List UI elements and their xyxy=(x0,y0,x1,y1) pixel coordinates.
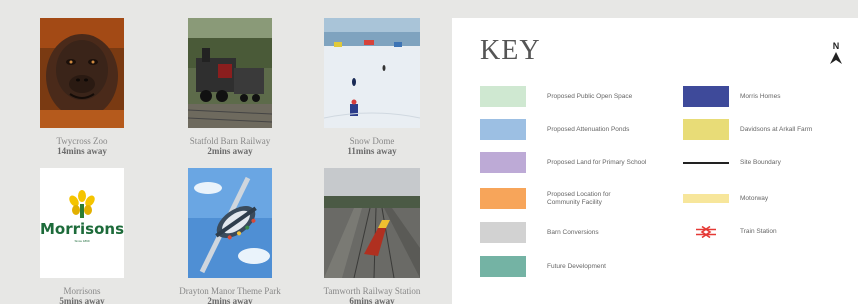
attraction-time: 2mins away xyxy=(207,146,253,156)
attraction-time: 2mins away xyxy=(207,296,253,304)
key-item-label: Train Station xyxy=(740,227,777,235)
color-swatch xyxy=(683,119,729,140)
key-item-label: Barn Conversions xyxy=(547,228,599,236)
color-swatch xyxy=(480,222,526,243)
key-item-future-development: Future Development xyxy=(480,256,606,277)
railway-station-image xyxy=(324,168,420,278)
attraction-morrisons[interactable]: Morrisons Since 1899 Morrisons 5mins awa… xyxy=(26,168,138,304)
key-item-train-station: Train Station xyxy=(683,223,777,240)
attraction-drayton-manor[interactable]: Drayton Manor Theme Park 2mins away xyxy=(174,168,286,304)
attraction-name: Morrisons xyxy=(63,286,101,296)
key-item-attenuation-ponds: Proposed Attenuation Ponds xyxy=(480,119,629,140)
morrisons-logo-text: Morrisons xyxy=(40,220,124,238)
orangutan-image xyxy=(40,18,124,128)
morrisons-logo-subtext: Since 1899 xyxy=(74,239,90,243)
attraction-time: 6mins away xyxy=(349,296,395,304)
attraction-name: Tamworth Railway Station xyxy=(323,286,421,296)
key-item-davidsons: Davidsons at Arkall Farm xyxy=(683,119,812,140)
attraction-tamworth-railway-station[interactable]: Tamworth Railway Station 6mins away xyxy=(316,168,428,304)
boundary-line-swatch xyxy=(683,161,729,164)
attraction-time: 5mins away xyxy=(59,296,105,304)
theme-park-ride-image xyxy=(188,168,272,278)
north-arrow: N xyxy=(824,42,848,70)
key-item-label: Motorway xyxy=(740,194,769,202)
color-swatch xyxy=(480,256,526,277)
steam-train-image xyxy=(188,18,272,128)
key-item-label: Proposed Location for Community Facility xyxy=(547,190,611,206)
key-item-label: Proposed Public Open Space xyxy=(547,92,633,100)
key-title: KEY xyxy=(480,35,541,66)
train-station-icon xyxy=(683,225,729,239)
key-item-motorway: Motorway xyxy=(683,190,768,207)
color-swatch xyxy=(480,188,526,209)
morrisons-logo: Morrisons Since 1899 xyxy=(40,168,124,278)
attraction-name: Statfold Barn Railway xyxy=(189,136,271,146)
attraction-name: Snow Dome xyxy=(349,136,395,146)
attraction-time: 11mins away xyxy=(347,146,397,156)
attraction-snow-dome[interactable]: Snow Dome 11mins away xyxy=(316,18,428,156)
key-item-label: Morris Homes xyxy=(740,92,781,100)
motorway-swatch xyxy=(683,194,729,203)
key-item-label: Proposed Attenuation Ponds xyxy=(547,125,630,133)
attraction-twycross-zoo[interactable]: Twycross Zoo 14mins away xyxy=(26,18,138,156)
key-item-label: Davidsons at Arkall Farm xyxy=(740,125,813,133)
attraction-name: Drayton Manor Theme Park xyxy=(179,286,281,296)
north-label: N xyxy=(832,41,840,51)
attraction-name: Twycross Zoo xyxy=(56,136,108,146)
north-arrow-icon xyxy=(830,52,842,64)
key-item-community-facility: Proposed Location for Community Facility xyxy=(480,188,643,209)
key-item-barn-conversions: Barn Conversions xyxy=(480,222,599,243)
attraction-statfold-barn-railway[interactable]: Statfold Barn Railway 2mins away xyxy=(174,18,286,156)
color-swatch xyxy=(480,119,526,140)
key-item-label: Proposed Land for Primary School xyxy=(547,158,647,166)
color-swatch xyxy=(480,86,526,107)
key-item-primary-school: Proposed Land for Primary School xyxy=(480,152,646,173)
color-swatch xyxy=(683,86,729,107)
key-item-public-open-space: Proposed Public Open Space xyxy=(480,86,632,107)
key-item-site-boundary: Site Boundary xyxy=(683,154,781,171)
snow-slope-image xyxy=(324,18,420,128)
key-panel: KEY N Proposed Public Open Space Propose… xyxy=(452,18,858,304)
attraction-time: 14mins away xyxy=(57,146,107,156)
color-swatch xyxy=(480,152,526,173)
key-item-label: Future Development xyxy=(547,262,606,270)
attractions-grid: Twycross Zoo 14mins away Statfold Barn R… xyxy=(0,0,440,304)
key-item-label: Site Boundary xyxy=(740,158,781,166)
key-item-morris-homes: Morris Homes xyxy=(683,86,780,107)
